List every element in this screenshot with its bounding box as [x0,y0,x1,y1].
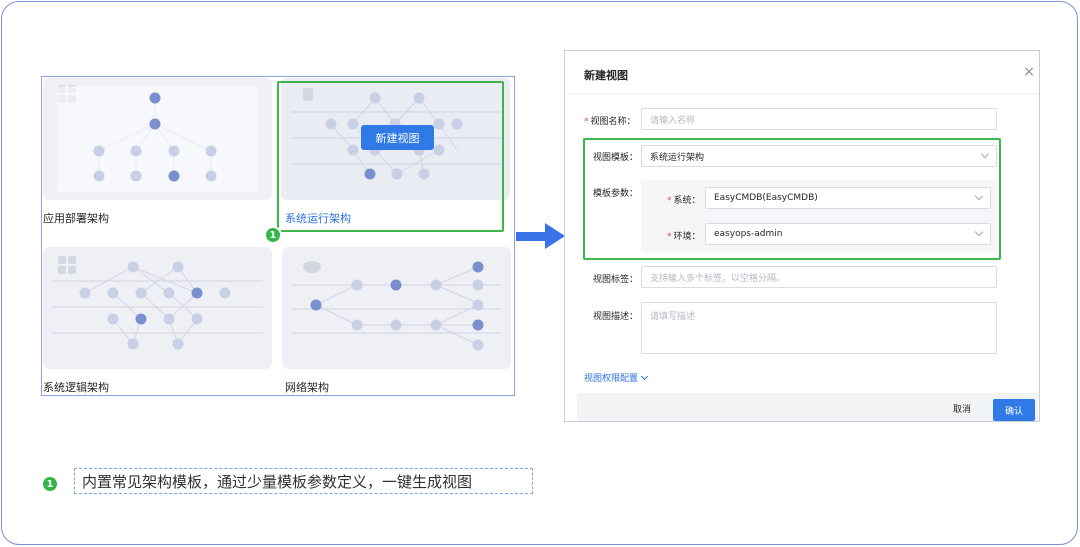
desc-label: 视图描述： [593,312,639,322]
step-badge: 1 [41,475,59,493]
step-badge: 1 [264,226,282,244]
dialog-title: 新建视图 [584,69,628,82]
env-select[interactable]: easyops-admin [705,223,991,245]
permission-config-link[interactable]: 视图权限配置 [584,371,649,384]
arrow-right-icon [516,232,546,241]
template-card-system-logic[interactable] [43,247,272,369]
tree-diagram-thumbnail [57,85,258,192]
card-label-network: 网络架构 [285,381,329,394]
caption-text: 内置常见架构模板，通过少量模板参数定义，一键生成视图 [74,468,533,494]
highlight-box-template [277,81,504,232]
confirm-button[interactable]: 确认 [993,399,1035,421]
cancel-button[interactable]: 取消 [953,402,971,415]
params-label: 模板参数： [593,189,639,199]
network-topology-thumbnail [292,261,502,351]
card-label-system-logic: 系统逻辑架构 [43,381,109,394]
view-name-input[interactable]: 请输入名称 [641,108,997,130]
dialog-divider [565,93,1039,94]
desc-textarea[interactable]: 请填写描述 [641,302,997,354]
tags-label: 视图标签： [593,275,639,285]
template-card-network[interactable] [282,247,511,369]
arrow-head-icon [545,223,565,249]
view-name-label: * 视图名称： [584,117,636,127]
env-select-value: easyops-admin [714,229,783,239]
template-select[interactable]: 系统运行架构 [641,145,997,167]
chevron-down-icon [974,227,984,237]
chevron-down-icon [974,191,984,201]
system-select[interactable]: EasyCMDB(EasyCMDB) [705,187,991,209]
system-select-value: EasyCMDB(EasyCMDB) [714,193,818,203]
card-label-app-deploy: 应用部署架构 [43,212,109,225]
template-select-value: 系统运行架构 [650,152,705,163]
system-label: * 系统： [667,196,701,206]
tags-input[interactable]: 支持输入多个标签，以空格分隔。 [641,266,997,288]
network-diagram-thumbnail [53,256,263,350]
chevron-down-icon [980,149,990,159]
chevron-down-icon [640,372,649,381]
template-card-app-deploy[interactable] [43,78,272,200]
template-label: 视图模板： [593,153,639,163]
close-icon[interactable]: × [1023,64,1035,80]
env-label: * 环境： [667,232,701,242]
